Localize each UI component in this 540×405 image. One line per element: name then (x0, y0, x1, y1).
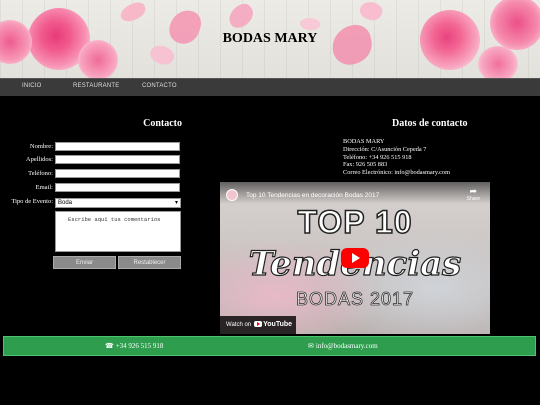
telefono-label: Teléfono: (28, 170, 53, 177)
contact-info-line: BODAS MARY (343, 138, 385, 145)
apellidos-input[interactable] (55, 155, 180, 164)
contact-info-title: Datos de contacto (392, 118, 468, 129)
petal-decoration (224, 0, 258, 32)
tipo-evento-select[interactable]: Boda ▾ (55, 198, 181, 208)
submit-button[interactable]: Enviar (53, 256, 116, 269)
contact-info-line: Dirección: C/Asunción Cepeda 7 (343, 146, 427, 153)
footer-email[interactable]: ✉ info@bodasmary.com (308, 342, 378, 350)
envelope-icon: ✉ (308, 342, 314, 350)
share-button[interactable]: ➦ Share (466, 186, 480, 203)
petal-decoration (118, 0, 148, 24)
tipo-evento-value: Boda (58, 200, 73, 206)
tipo-evento-label: Tipo de Evento: (11, 198, 53, 205)
apellidos-label: Apellidos: (25, 156, 53, 163)
watch-on-label: Watch on (226, 322, 252, 328)
email-label: Email: (35, 184, 53, 191)
petal-decoration (299, 16, 321, 32)
footer-email-text: info@bodasmary.com (315, 342, 378, 350)
nav-item-inicio[interactable]: INICIO (22, 83, 42, 89)
nombre-label: Nombre: (29, 143, 53, 150)
nombre-input[interactable] (55, 142, 180, 151)
header-banner: BODAS MARY (0, 0, 540, 78)
share-label: Share (466, 196, 480, 202)
footer-phone-text: +34 926 515 918 (115, 342, 164, 350)
video-overlay-sub: BODAS 2017 (295, 289, 415, 310)
chevron-down-icon: ▾ (174, 200, 178, 206)
phone-icon: ☎ (105, 342, 114, 350)
video-embed[interactable]: Top 10 Tendencias en decoración Bodas 20… (220, 182, 490, 334)
footer-bar: ☎ +34 926 515 918 ✉ info@bodasmary.com (3, 336, 536, 356)
channel-avatar[interactable] (226, 189, 238, 201)
contact-info-line: Teléfono: +34 926 515 918 (343, 154, 412, 161)
youtube-logo-icon (254, 321, 263, 327)
contact-info-line: Correo Electrónico: info@bodasmary.com (343, 169, 450, 176)
form-title: Contacto (143, 118, 182, 129)
site-title: BODAS MARY (222, 31, 318, 46)
reset-button[interactable]: Restablecer (118, 256, 181, 269)
nav-item-restaurante[interactable]: RESTAURANTE (73, 83, 119, 89)
play-button[interactable] (341, 248, 369, 268)
email-input[interactable] (55, 183, 180, 192)
comments-textarea[interactable]: Escribe aquí tus comentarios (55, 211, 181, 252)
rose-decoration (478, 46, 518, 78)
contact-info-line: Fax: 926 505 883 (343, 161, 388, 168)
footer-phone[interactable]: ☎ +34 926 515 918 (105, 342, 163, 350)
video-overlay-top: TOP 10 (297, 203, 413, 241)
main-nav: INICIO RESTAURANTE CONTACTO (0, 78, 540, 96)
watch-on-youtube-button[interactable]: Watch on YouTube (220, 316, 296, 334)
platform-label: YouTube (263, 321, 293, 328)
nav-item-contacto[interactable]: CONTACTO (142, 83, 177, 89)
video-title[interactable]: Top 10 Tendencias en decoración Bodas 20… (246, 192, 379, 199)
telefono-input[interactable] (55, 169, 180, 178)
petal-decoration (357, 0, 385, 24)
share-icon: ➦ (469, 186, 478, 196)
